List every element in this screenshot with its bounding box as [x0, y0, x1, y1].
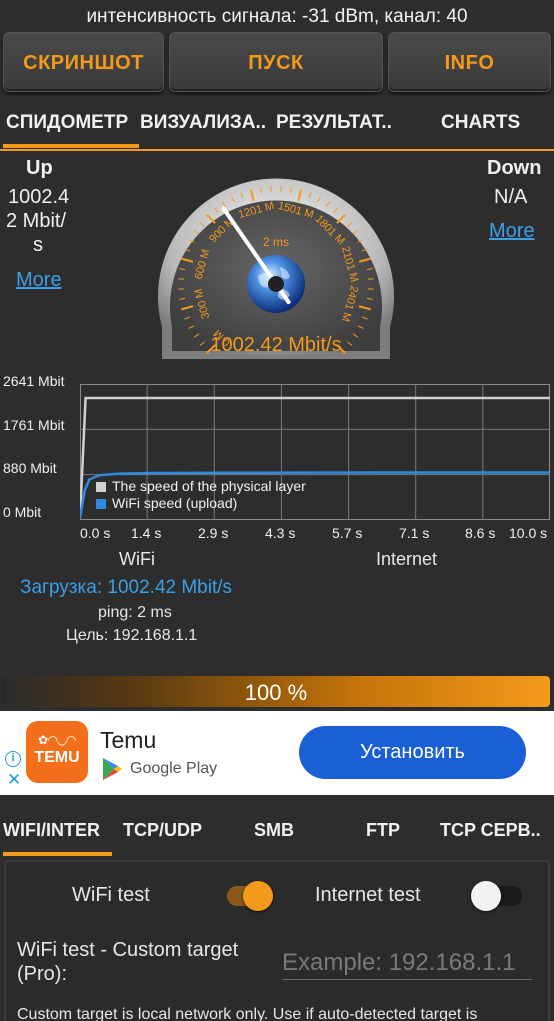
x-tick-label: 4.3 s [265, 525, 296, 541]
tab-speedometer[interactable]: СПИДОМЕТР [6, 100, 140, 146]
download-value: N/A [494, 186, 528, 208]
internet-toggle-thumb [471, 881, 501, 911]
temu-logo: ✿◠◡◠ TEMU [26, 721, 88, 783]
google-play-icon [103, 758, 122, 780]
tabs-divider [0, 149, 554, 151]
tab-tcp-server[interactable]: TCP СЕРВ.. [440, 806, 550, 854]
wifi-test-label: WiFi test [72, 884, 150, 906]
download-more-link[interactable]: More [489, 220, 535, 243]
wifi-toggle-thumb [243, 881, 273, 911]
x-tick-label: 2.9 s [198, 525, 229, 541]
upload-value-line3: s [33, 234, 43, 256]
y-tick-label: 880 Mbit [3, 460, 57, 476]
custom-target-input[interactable] [282, 946, 532, 980]
tab-results[interactable]: РЕЗУЛЬТАТ.. [276, 100, 406, 146]
install-button[interactable]: Установить [299, 726, 526, 779]
internet-label: Internet [376, 549, 438, 569]
progress-bar: 100 % [2, 676, 550, 707]
legend-swatch-wifi [96, 499, 106, 509]
toolbar: СКРИНШОТ ПУСК INFO [0, 32, 554, 94]
y-tick-label: 2641 Mbit [3, 373, 65, 389]
tab-visualization[interactable]: ВИЗУАЛИЗА.. [140, 100, 274, 146]
ad-close-icon[interactable]: ✕ [7, 771, 21, 789]
legend-label-wifi: WiFi speed (upload) [112, 495, 237, 511]
internet-test-label: Internet test [315, 884, 421, 906]
active-bottom-tab-indicator [3, 852, 112, 856]
screenshot-button[interactable]: СКРИНШОТ [3, 32, 164, 92]
tab-ftp[interactable]: FTP [366, 806, 426, 854]
ad-title: Temu [100, 727, 157, 753]
gauge-speed-readout: 1002.42 Mbit/s [210, 334, 341, 356]
wifi-label: WiFi [119, 549, 155, 569]
upload-value-line2: 2 Mbit/ [6, 210, 67, 232]
legend-swatch-physical [96, 482, 106, 492]
gauge-ping-label: 2 ms [263, 235, 289, 249]
tab-smb[interactable]: SMB [254, 806, 314, 854]
tab-charts[interactable]: CHARTS [441, 100, 551, 146]
x-tick-label: 10.0 s [509, 525, 548, 541]
x-tick-label: 8.6 s [465, 525, 496, 541]
y-tick-label: 0 Mbit [3, 504, 42, 520]
tab-tcp-udp[interactable]: TCP/UDP [123, 806, 223, 854]
ping-result: ping: 2 ms [98, 604, 172, 621]
upload-more-link[interactable]: More [16, 269, 62, 292]
x-tick-label: 7.1 s [399, 525, 430, 541]
x-tick-label: 1.4 s [131, 525, 162, 541]
legend-label-physical: The speed of the physical layer [112, 478, 306, 494]
ad-store-label: Google Play [130, 760, 218, 777]
upload-value-line1: 1002.4 [8, 186, 70, 208]
start-button[interactable]: ПУСК [169, 32, 383, 92]
upload-result: Загрузка: 1002.42 Mbit/s [20, 577, 233, 598]
y-tick-label: 1761 Mbit [3, 417, 65, 433]
target-result: Цель: 192.168.1.1 [66, 627, 198, 644]
active-tab-indicator [3, 144, 139, 148]
top-tabs: СПИДОМЕТР ВИЗУАЛИЗА.. РЕЗУЛЬТАТ.. CHARTS [0, 100, 554, 148]
progress-label: 100 % [244, 680, 308, 705]
x-tick-label: 0.0 s [80, 525, 111, 541]
speedometer-gauge: 0 M300 M600 M900 M1201 M 1501 M1801 M2101… [158, 178, 394, 359]
info-button[interactable]: INFO [388, 32, 551, 92]
custom-target-label: WiFi test - Custom target (Pro): [17, 939, 239, 985]
upload-title: Up [26, 157, 53, 179]
settings-panel: WiFi test Internet test WiFi test - Cust… [4, 860, 550, 1021]
ad-info-icon[interactable]: i [5, 751, 21, 767]
temu-logo-text: TEMU [34, 749, 80, 766]
x-tick-label: 5.7 s [332, 525, 363, 541]
tab-wifi-internet[interactable]: WIFI/INTER [3, 806, 111, 854]
signal-status-text: интенсивность сигнала: -31 dBm, канал: 4… [86, 6, 468, 27]
ad-banner[interactable]: ✿◠◡◠ TEMU Temu Google Play Установить i … [0, 711, 554, 795]
bottom-tabs: WIFI/INTER TCP/UDP SMB FTP TCP СЕРВ.. [0, 806, 554, 856]
download-title: Down [487, 157, 542, 179]
speed-chart: The speed of the physical layer WiFi spe… [80, 384, 550, 520]
custom-target-footnote: Custom target is local network only. Use… [17, 1006, 478, 1021]
